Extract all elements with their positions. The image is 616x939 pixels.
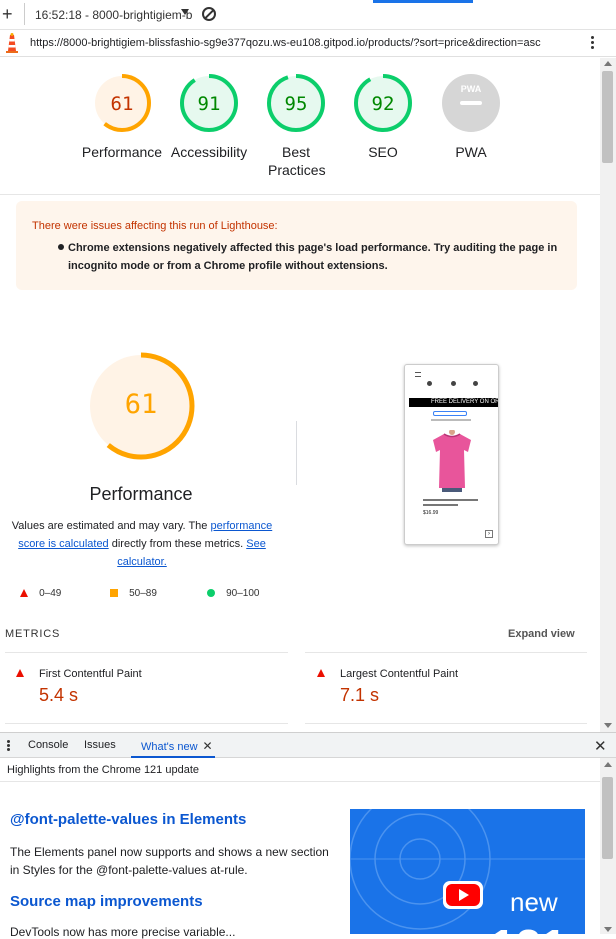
promo-new-text: new — [510, 887, 558, 917]
drawer-tabs: Console Issues What's new ✕ ✕ — [0, 733, 616, 758]
youtube-play-icon[interactable] — [443, 881, 483, 909]
performance-description: Values are estimated and may vary. The p… — [10, 517, 274, 571]
scroll-up-icon[interactable] — [604, 61, 612, 66]
gauge-label: SEO — [368, 144, 398, 160]
thumbnail-text — [431, 419, 471, 421]
gauge-score: 92 — [371, 93, 395, 115]
scrollbar-thumb[interactable] — [602, 71, 613, 163]
legend-range: 0–49 — [39, 588, 62, 599]
final-screenshot-thumbnail[interactable]: FREE DELIVERY ON OR $16.99 › — [404, 364, 499, 545]
tab-issues[interactable]: Issues — [84, 739, 116, 751]
divider — [305, 652, 587, 653]
divider — [5, 652, 288, 653]
thumbnail-filter — [433, 411, 467, 416]
close-drawer-icon[interactable]: ✕ — [594, 737, 607, 755]
more-options-icon[interactable] — [591, 34, 595, 52]
divider — [296, 421, 297, 485]
tab-label: What's new — [141, 741, 198, 753]
legend-average: 50–89 — [110, 588, 157, 599]
scroll-down-icon[interactable] — [604, 927, 612, 932]
gauge-label: Best Practices — [268, 144, 326, 178]
legend-range: 90–100 — [226, 588, 260, 599]
legend-pass: 90–100 — [207, 588, 260, 599]
highlights-header: Highlights from the Chrome 121 update — [0, 758, 600, 782]
session-selector[interactable]: 16:52:18 - 8000-brightigiem-b — [35, 8, 192, 22]
gauge-label: PWA — [455, 144, 487, 160]
performance-title: Performance — [89, 484, 193, 504]
pwa-badge-icon: PWA — [442, 74, 500, 132]
metrics-header: METRICS — [5, 628, 61, 640]
plus-icon[interactable]: + — [2, 5, 18, 23]
gauge-score: 95 — [284, 93, 308, 115]
metric-name: Largest Contentful Paint — [340, 668, 459, 680]
lighthouse-report: 61 Performance 91 Accessibility 95 Best … — [0, 58, 600, 726]
thumbnail-banner: FREE DELIVERY ON OR — [409, 398, 498, 407]
thumbnail-text — [423, 504, 458, 506]
performance-score: 61 — [124, 389, 158, 420]
desc-text: Values are estimated and may vary. The — [11, 520, 211, 532]
gauge-seo[interactable]: 92 SEO — [338, 73, 428, 161]
report-scrollbar[interactable] — [600, 58, 616, 732]
warning-box: There were issues affecting this run of … — [16, 201, 577, 290]
thumbnail-pager-icon: › — [485, 530, 493, 538]
thumbnail-nav-icons — [421, 381, 485, 395]
toolbar-divider — [24, 3, 25, 25]
metric-value: 5.4 s — [39, 685, 79, 705]
thumbnail-price: $16.99 — [423, 510, 439, 516]
tab-whats-new[interactable]: What's new ✕ — [141, 739, 213, 753]
block-icon[interactable] — [202, 7, 216, 21]
report-url[interactable]: https://8000-brightigiem-blissfashio-sg9… — [30, 37, 541, 49]
close-icon[interactable]: ✕ — [203, 739, 213, 753]
legend-range: 50–89 — [129, 588, 157, 599]
hamburger-icon — [415, 372, 421, 377]
average-square-icon — [110, 589, 118, 597]
gauge-score: 61 — [110, 93, 134, 115]
drawer-scrollbar[interactable] — [600, 758, 616, 934]
active-tab-indicator — [373, 0, 473, 3]
lighthouse-logo-icon — [6, 33, 18, 53]
section-body: DevTools now has more precise variable..… — [10, 925, 236, 939]
section-heading-link[interactable]: Source map improvements — [10, 893, 203, 910]
pass-circle-icon — [207, 589, 215, 597]
scroll-up-icon[interactable] — [604, 762, 612, 767]
gauge-label: Accessibility — [170, 144, 248, 160]
drawer-menu-icon[interactable] — [7, 740, 10, 752]
chevron-down-icon[interactable] — [181, 9, 189, 15]
gauge-performance[interactable]: 61 Performance — [77, 73, 167, 161]
expand-view-button[interactable]: Expand view — [508, 628, 575, 640]
thumbnail-text — [423, 499, 478, 501]
fail-triangle-icon — [317, 669, 325, 677]
tshirt-image — [433, 430, 471, 492]
warning-message: Chrome extensions negatively affected th… — [68, 242, 558, 272]
divider — [5, 723, 288, 724]
gauge-best-practices[interactable]: 95 Best Practices — [251, 73, 341, 179]
metric-name: First Contentful Paint — [39, 668, 142, 680]
tab-console[interactable]: Console — [28, 739, 68, 751]
warning-title: There were issues affecting this run of … — [32, 220, 278, 232]
promo-version: 121 — [490, 919, 567, 934]
whats-new-video-thumbnail[interactable]: new 121 — [350, 809, 585, 934]
score-gauges: 61 Performance 91 Accessibility 95 Best … — [0, 58, 600, 195]
desc-text: directly from these metrics. — [108, 538, 247, 550]
svg-text:PWA: PWA — [461, 84, 482, 94]
fail-triangle-icon — [20, 589, 28, 597]
devtools-top-bar: + 16:52:18 - 8000-brightigiem-b — [0, 0, 616, 30]
fail-triangle-icon — [16, 669, 24, 677]
scroll-down-icon[interactable] — [604, 723, 612, 728]
bullet-icon — [58, 244, 64, 250]
gauge-pwa[interactable]: PWA PWA — [426, 73, 516, 161]
divider — [305, 723, 587, 724]
scrollbar-thumb[interactable] — [602, 777, 613, 859]
gauge-score: 91 — [197, 93, 221, 115]
metric-value: 7.1 s — [340, 685, 380, 705]
legend-fail: 0–49 — [20, 588, 61, 599]
gauge-accessibility[interactable]: 91 Accessibility — [164, 73, 254, 161]
devtools-drawer: Console Issues What's new ✕ ✕ Highlights … — [0, 732, 616, 939]
report-url-bar: https://8000-brightigiem-blissfashio-sg9… — [0, 30, 616, 57]
gauge-label: Performance — [81, 144, 163, 160]
section-heading-link[interactable]: @font-palette-values in Elements — [10, 811, 246, 828]
section-body: The Elements panel now supports and show… — [10, 845, 329, 877]
